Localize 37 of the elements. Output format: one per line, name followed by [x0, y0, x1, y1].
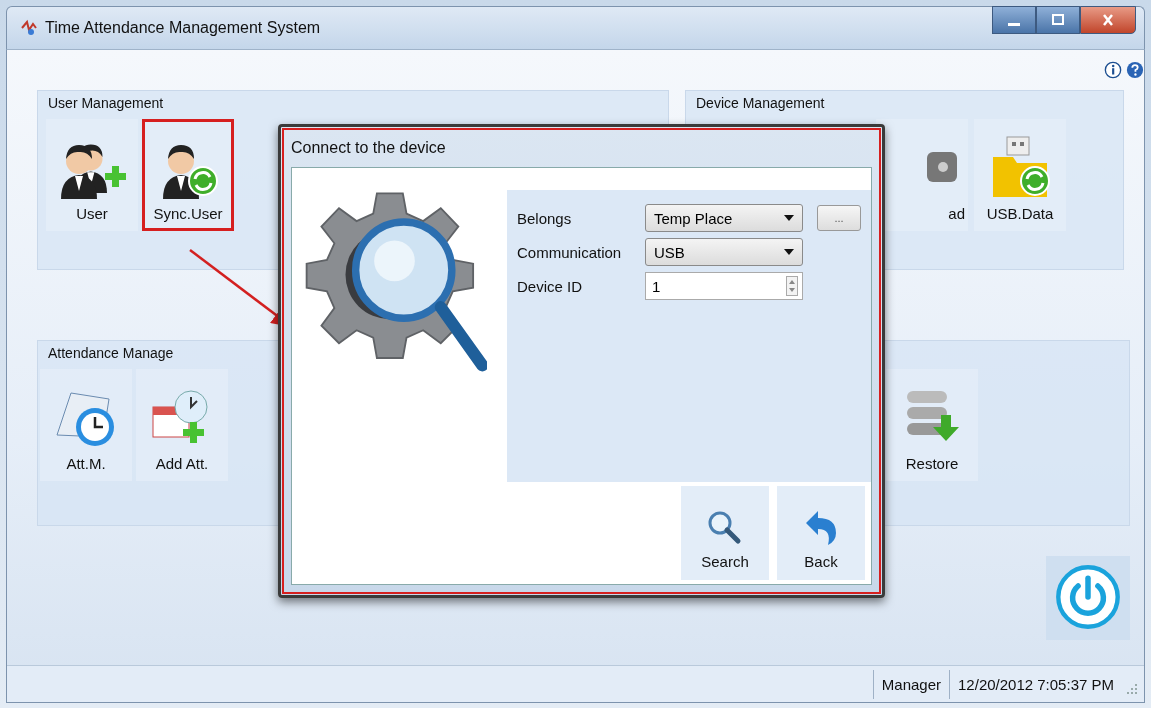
minimize-icon [1008, 22, 1020, 26]
maximize-button[interactable] [1036, 6, 1080, 34]
close-button[interactable] [1080, 6, 1136, 34]
help-icon[interactable] [1126, 61, 1144, 79]
back-button[interactable]: Back [777, 486, 865, 580]
caret-icon [784, 215, 794, 221]
power-icon [1055, 564, 1121, 630]
number-field[interactable]: 1 [645, 272, 803, 300]
toolbar-button[interactable]: USB.Data [974, 119, 1066, 231]
drive-icon [927, 152, 957, 182]
toolbar-button[interactable]: Att.M. [40, 369, 132, 481]
field-label: Communication [517, 243, 623, 261]
date-time: 12/20/2012 7:05:37 PM [949, 669, 1122, 699]
toolbar-button[interactable]: Restore [886, 369, 978, 481]
panel-title: User Management [47, 94, 165, 113]
caret-icon [784, 249, 794, 255]
minimize-button[interactable] [992, 6, 1036, 34]
field-label: Belongs [517, 209, 573, 227]
field-label: Device ID [517, 277, 584, 295]
dialog-title: Connect to the device [290, 138, 447, 158]
dropdown[interactable]: Temp Place [645, 204, 803, 232]
window-title: Time Attendance Management System [45, 19, 321, 37]
toolbar-button[interactable]: ad [876, 119, 968, 231]
search-button[interactable]: Search [681, 486, 769, 580]
toolbar-button[interactable]: Sync.User [142, 119, 234, 231]
power-button[interactable] [1046, 556, 1130, 640]
panel-title: Device Management [695, 94, 826, 113]
user-role: Manager [872, 669, 950, 699]
resize-grip-icon[interactable] [1126, 683, 1138, 695]
app-icon [19, 18, 39, 38]
spinner-icon [786, 276, 798, 296]
dropdown[interactable]: USB [645, 238, 803, 266]
browse-button[interactable]: ... [817, 205, 861, 231]
toolbar-button[interactable]: Add Att. [136, 369, 228, 481]
panel-title: Attendance Manage [47, 344, 175, 363]
info-icon[interactable] [1104, 61, 1122, 79]
toolbar-button[interactable]: User [46, 119, 138, 231]
